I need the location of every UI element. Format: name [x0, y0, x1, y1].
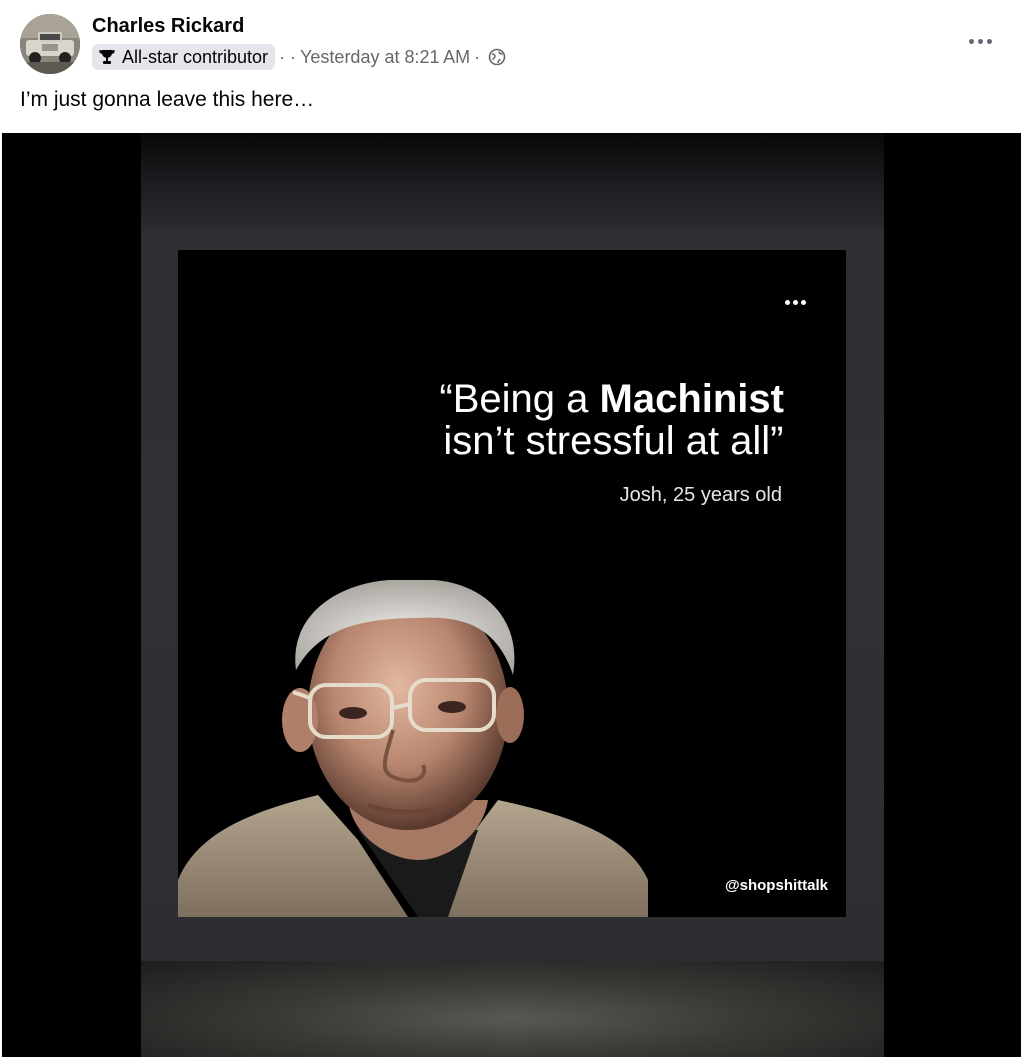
more-dot — [977, 38, 983, 44]
author-avatar[interactable] — [20, 14, 80, 74]
meme-dots-icon — [785, 300, 806, 305]
trophy-icon — [99, 50, 115, 64]
elderly-man-portrait — [178, 580, 648, 917]
post-media[interactable]: “Being a Machinist isn’t stressful at al… — [2, 133, 1021, 1057]
frame-bottom-blur — [141, 961, 884, 1057]
facebook-post: Charles Rickard All-star contributor · ·… — [0, 0, 1021, 1057]
quote-line-2: isn’t stressful at all” — [443, 419, 784, 463]
author-name[interactable]: Charles Rickard — [92, 15, 244, 38]
post-header: Charles Rickard All-star contributor · ·… — [0, 0, 1021, 133]
truck-avatar-image — [20, 14, 80, 74]
quote-attribution: Josh, 25 years old — [619, 484, 782, 506]
quote-line-1-text: “Being a — [439, 377, 600, 421]
globe-icon[interactable] — [488, 48, 506, 66]
meme-image: “Being a Machinist isn’t stressful at al… — [178, 250, 846, 917]
more-options-button[interactable] — [963, 28, 997, 54]
more-options-icon — [968, 38, 974, 44]
contributor-badge[interactable]: All-star contributor — [92, 44, 276, 70]
post-text: I’m just gonna leave this here… — [20, 88, 315, 111]
meme-watermark: @shopshittalk — [725, 877, 828, 894]
post-timestamp[interactable]: Yesterday at 8:21 AM — [300, 47, 470, 68]
frame-top-shadow — [141, 133, 884, 228]
photo-frame: “Being a Machinist isn’t stressful at al… — [141, 133, 884, 1057]
quote-emphasis: Machinist — [599, 377, 784, 421]
post-meta: All-star contributor · · Yesterday at 8:… — [92, 44, 506, 70]
badge-label: All-star contributor — [122, 46, 269, 67]
meme-quote: “Being a Machinist isn’t stressful at al… — [439, 378, 784, 462]
more-dot — [986, 38, 992, 44]
quote-line-1: “Being a Machinist — [439, 378, 784, 420]
meta-dot: · — [474, 46, 481, 67]
meta-separator: · · — [279, 46, 297, 67]
